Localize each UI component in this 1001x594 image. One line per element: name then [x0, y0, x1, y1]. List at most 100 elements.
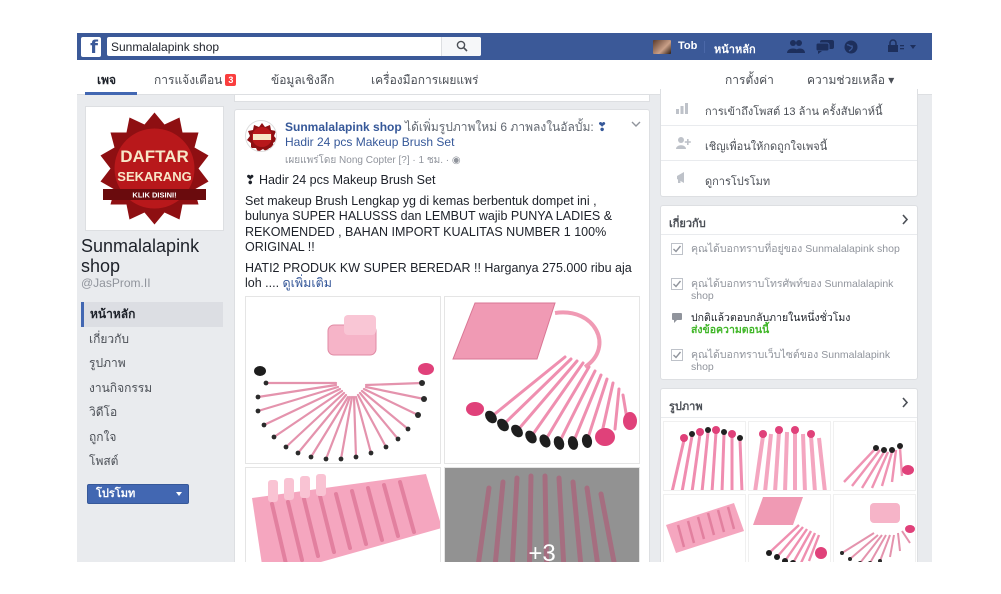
stats-icon: [676, 103, 688, 114]
search-button[interactable]: [441, 37, 481, 56]
post-action-text: ได้เพิ่มรูปภาพใหม่ 6 ภาพลงในอัลบั้ม:: [401, 120, 598, 134]
about-card: เกี่ยวกับ คุณได้บอกทราบที่อยู่ของ Sunmal…: [660, 205, 918, 380]
post-text-line-1: ❣ Hadir 24 pcs Makeup Brush Set: [245, 173, 436, 187]
messages-icon[interactable]: [815, 39, 835, 54]
photo-thumb-3-image: [834, 422, 915, 490]
photo-thumb-4-image: [664, 495, 745, 562]
tab-insights[interactable]: ข้อมูลเชิงลึก: [271, 71, 334, 90]
friends-icon[interactable]: [786, 39, 806, 54]
page-name[interactable]: Sunmalalapink shop: [81, 236, 231, 276]
active-tab-indicator: [85, 92, 137, 95]
page-profile-picture[interactable]: DAFTAR SEKARANG KLIK DISINI!: [85, 106, 224, 231]
tab-page[interactable]: เพจ: [97, 71, 116, 90]
chevron-right-icon[interactable]: [901, 397, 909, 408]
photo-thumb-5-image: [749, 495, 830, 562]
photos-card: รูปภาพ: [660, 388, 918, 562]
photo-thumb-5[interactable]: [748, 494, 831, 562]
add-friend-icon: [676, 137, 691, 149]
photo-thumb-2-image: [749, 422, 830, 490]
stats-promotions-text: ดูการโปรโมท: [705, 176, 771, 188]
settings-link[interactable]: การตั้งค่า: [725, 71, 774, 90]
send-message-link[interactable]: ส่งข้อความตอนนี้: [691, 324, 769, 336]
post-header: Sunmalalapink shop ได้เพิ่มรูปภาพใหม่ 6 …: [285, 120, 625, 150]
facebook-logo-icon[interactable]: f: [81, 37, 101, 58]
promote-button[interactable]: โปรโมท: [87, 484, 189, 504]
stats-reach-text: การเข้าถึงโพสต์ 13 ล้าน ครั้งสัปดาห์นี้: [705, 106, 883, 118]
previous-post-edge: [234, 95, 650, 102]
check-icon: [671, 349, 683, 361]
about-card-title[interactable]: เกี่ยวกับ: [669, 214, 706, 232]
post-text-line-3: HATI2 PRODUK KW SUPER BEREDAR !! Hargany…: [245, 261, 643, 292]
photo-thumb-1[interactable]: [663, 421, 746, 491]
about-phone-text: คุณได้บอกทราบโทรศัพท์ของ Sunmalalapink s…: [691, 278, 894, 302]
about-website-text: คุณได้บอกทราบเว็บไซต์ของ Sunmalalapink s…: [691, 349, 891, 373]
left-menu-posts[interactable]: โพสต์: [81, 449, 223, 474]
about-address-text: คุณได้บอกทราบที่อยู่ของ Sunmalalapink sh…: [691, 243, 900, 255]
promo-banner-text-3: KLIK DISINI!: [132, 191, 176, 200]
photo-thumb-2[interactable]: [748, 421, 831, 491]
post-photo-1-image: [246, 297, 440, 463]
user-avatar[interactable]: [653, 40, 671, 54]
promo-banner-text-2: SEKARANG: [117, 169, 191, 184]
globe-icon[interactable]: [843, 39, 859, 55]
about-card-divider: [661, 234, 917, 235]
left-menu-videos[interactable]: วิดีโอ: [81, 400, 223, 425]
post-author-link[interactable]: Sunmalalapink shop: [285, 120, 402, 134]
more-photos-count: +3: [528, 540, 556, 562]
megaphone-icon: [677, 172, 684, 183]
check-icon: [671, 243, 683, 255]
photos-card-title[interactable]: รูปภาพ: [669, 397, 703, 415]
post-photo-1[interactable]: [245, 296, 441, 464]
stats-row-invite[interactable]: เชิญเพื่อนให้กดถูกใจเพจนี้: [661, 126, 917, 161]
left-menu-likes[interactable]: ถูกใจ: [81, 425, 223, 450]
left-menu-about[interactable]: เกี่ยวกับ: [81, 327, 223, 352]
see-more-link[interactable]: ดูเพิ่มเติม: [283, 276, 333, 290]
post-photo-3[interactable]: [245, 467, 441, 562]
post-card: Sunmalalapink shop ได้เพิ่มรูปภาพใหม่ 6 …: [234, 109, 650, 562]
promo-banner-text-1: DAFTAR: [120, 147, 189, 166]
photos-card-divider: [661, 417, 917, 418]
promote-button-label: โปรโมท: [96, 488, 136, 500]
tab-publishing-tools[interactable]: เครื่องมือการเผยแพร่: [371, 71, 478, 90]
promo-banner-image: DAFTAR SEKARANG KLIK DISINI!: [89, 110, 220, 227]
post-photo-2-image: [445, 297, 639, 463]
post-photo-3-image: [246, 468, 440, 562]
page-handle[interactable]: @JasProm.II: [81, 276, 151, 290]
facebook-page-screen: f Tob หน้าหลัก: [77, 33, 932, 562]
post-photo-2[interactable]: [444, 296, 640, 464]
post-author-avatar-image: [247, 123, 276, 151]
tab-notifications-label: การแจ้งเตือน: [154, 73, 223, 87]
about-response-text: ปกติแล้วตอบกลับภายในหนึ่งชั่วโมง: [691, 312, 851, 324]
tab-notifications[interactable]: การแจ้งเตือน 3: [154, 71, 237, 90]
page-stats-card: การเข้าถึงโพสต์ 13 ล้าน ครั้งสัปดาห์นี้ …: [660, 89, 918, 197]
post-body: ❣ Hadir 24 pcs Makeup Brush Set Set make…: [245, 173, 643, 297]
search-icon: [456, 40, 468, 52]
stats-row-promotions[interactable]: ดูการโปรโมท: [661, 161, 917, 196]
chevron-down-icon[interactable]: [631, 120, 641, 128]
search-box[interactable]: [107, 37, 481, 56]
photo-thumb-6[interactable]: [833, 494, 916, 562]
about-response-block: ปกติแล้วตอบกลับภายในหนึ่งชั่วโมง ส่งข้อค…: [691, 312, 915, 336]
photo-thumb-1-image: [664, 422, 745, 490]
user-name-link[interactable]: Tob: [678, 40, 697, 52]
post-author-avatar[interactable]: [245, 120, 277, 152]
stats-row-reach[interactable]: การเข้าถึงโพสต์ 13 ล้าน ครั้งสัปดาห์นี้: [661, 91, 917, 126]
stats-invite-text: เชิญเพื่อนให้กดถูกใจเพจนี้: [705, 141, 828, 153]
post-photo-more[interactable]: +3: [444, 467, 640, 562]
home-link[interactable]: หน้าหลัก: [714, 40, 756, 58]
search-input[interactable]: [111, 37, 441, 56]
chevron-right-icon[interactable]: [901, 214, 909, 225]
left-menu-home[interactable]: หน้าหลัก: [81, 302, 223, 327]
photo-thumb-3[interactable]: [833, 421, 916, 491]
photo-thumb-6-image: [834, 495, 915, 562]
chevron-down-icon: [176, 492, 182, 496]
post-meta[interactable]: เผยแพร่โดย Nong Copter [?] · 1 ชม. · ◉: [285, 153, 461, 168]
left-menu-photos[interactable]: รูปภาพ: [81, 351, 223, 376]
lock-icon[interactable]: [887, 39, 917, 54]
help-dropdown[interactable]: ความช่วยเหลือ ▾: [807, 71, 894, 90]
photo-thumb-4[interactable]: [663, 494, 746, 562]
left-menu-events[interactable]: งานกิจกรรม: [81, 376, 223, 401]
post-text-line-2: Set makeup Brush Lengkap yg di kemas ber…: [245, 193, 613, 255]
notification-count-badge: 3: [225, 74, 237, 86]
page-left-menu: หน้าหลัก เกี่ยวกับ รูปภาพ งานกิจกรรม วิด…: [81, 302, 223, 474]
